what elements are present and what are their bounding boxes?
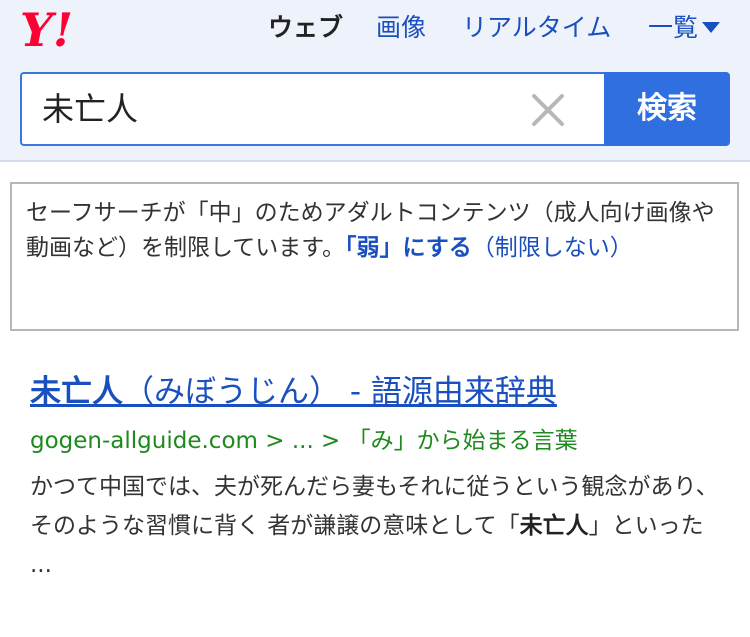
header-bar: Y! ウェブ 画像 リアルタイム 一覧 未亡人 検索 <box>0 0 750 162</box>
tab-more[interactable]: 一覧 <box>648 10 721 46</box>
tab-realtime[interactable]: リアルタイム <box>462 10 611 46</box>
no-limit-link[interactable]: （制限しない） <box>472 235 633 261</box>
search-query-text: 未亡人 <box>42 90 139 128</box>
nav-tabs: ウェブ 画像 リアルタイム 一覧 <box>0 10 750 46</box>
search-result: 未亡人（みぼうじん） - 語源由来辞典 gogen-allguide.com >… <box>30 370 730 585</box>
result-title-rest: （みぼうじん） - 語源由来辞典 <box>123 374 557 410</box>
result-title-link[interactable]: 未亡人（みぼうじん） - 語源由来辞典 <box>30 370 730 414</box>
tab-images[interactable]: 画像 <box>376 10 426 46</box>
notice-text: セーフサーチが「中」のためアダルトコンテンツ（成人向け画像や動画など）を制限して… <box>26 196 723 266</box>
tab-more-label: 一覧 <box>648 13 699 42</box>
safesearch-notice: セーフサーチが「中」のためアダルトコンテンツ（成人向け画像や動画など）を制限して… <box>10 182 739 331</box>
search-input[interactable]: 未亡人 <box>20 72 604 146</box>
set-weak-link[interactable]: 「弱」にする <box>345 235 472 261</box>
result-snippet: かつて中国では、夫が死んだら妻もそれに従うという観念があり、そのような習慣に背く… <box>30 468 720 585</box>
result-title-keyword: 未亡人 <box>30 374 123 410</box>
tab-web[interactable]: ウェブ <box>268 10 343 46</box>
caret-down-icon <box>702 21 721 33</box>
snippet-keyword: 未亡人 <box>519 513 589 539</box>
search-button[interactable]: 検索 <box>604 72 730 146</box>
clear-icon[interactable] <box>530 92 566 128</box>
result-url: gogen-allguide.com > ... > 「み」から始まる言葉 <box>30 428 578 454</box>
